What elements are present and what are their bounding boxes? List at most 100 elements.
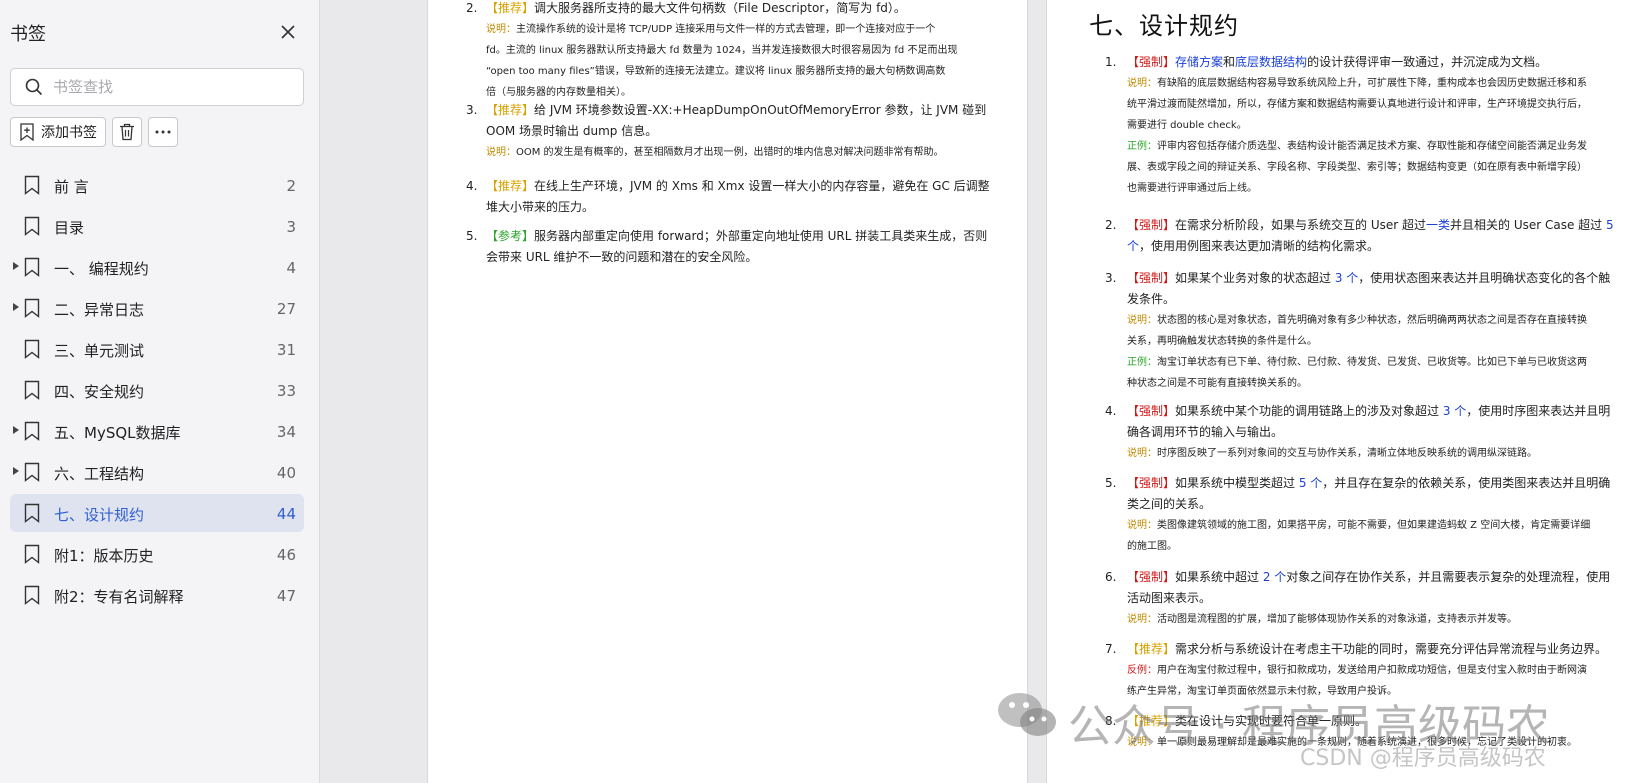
bookmark-search-input[interactable] xyxy=(53,78,273,96)
expand-caret-icon[interactable] xyxy=(13,467,19,475)
add-bookmark-label: 添加书签 xyxy=(41,125,97,141)
item-text: 确各调用环节的输入与输出。 xyxy=(1127,425,1284,439)
bookmark-toolbar: 添加书签 xyxy=(10,117,178,147)
bookmark-item[interactable]: 三、单元测试 31 xyxy=(10,330,304,368)
bad-example-label: 反例： xyxy=(1127,665,1157,676)
item-text: 如果系统中某个功能的调用链路上的涉及对象超过 xyxy=(1175,404,1443,418)
bookmark-search-box[interactable] xyxy=(10,68,304,106)
highlight-text: 5 xyxy=(1606,218,1614,232)
bookmark-icon xyxy=(24,503,40,527)
item-number: 6. xyxy=(1105,570,1117,584)
note-label: 说明： xyxy=(1127,614,1157,625)
item-text: OOM 场景时输出 dump 信息。 xyxy=(486,124,658,138)
wechat-logo-icon xyxy=(998,693,1056,736)
expand-caret-icon[interactable] xyxy=(13,303,19,311)
mandatory-tag: 【强制】 xyxy=(1127,476,1176,490)
close-icon[interactable] xyxy=(278,22,298,42)
add-bookmark-button[interactable]: 添加书签 xyxy=(10,117,106,147)
bookmark-page-number: 44 xyxy=(276,505,296,523)
bookmark-label: 二、异常日志 xyxy=(54,301,145,319)
bookmark-label: 五、MySQL数据库 xyxy=(54,424,181,442)
note-text: 状态图的核心是对象状态，首先明确对象有多少种状态，然后明确两两状态之间是否存在直… xyxy=(1157,315,1587,326)
note-text: 时序图反映了一系列对象间的交互与协作关系，清晰立体地反映系统的调用纵深链路。 xyxy=(1157,448,1537,459)
note-text: 用户在淘宝付款过程中，银行扣款成功，发送给用户扣款成功短信，但是支付宝入款时由于… xyxy=(1157,665,1587,676)
note-text: fd。主流的 linux 服务器默认所支持最大 fd 数量为 1024，当并发连… xyxy=(486,45,958,56)
list-item: 4. 【强制】如果系统中某个功能的调用链路上的涉及对象超过 3 个，使用时序图来… xyxy=(1105,401,1627,464)
bookmark-page-number: 31 xyxy=(276,341,296,359)
note-text: 淘宝订单状态有已下单、待付款、已付款、待发货、已发货、已收货等。比如已下单与已收… xyxy=(1157,357,1587,368)
bookmark-icon xyxy=(24,544,40,568)
note-label: 说明： xyxy=(1127,315,1157,326)
bookmark-page-number: 47 xyxy=(276,587,296,605)
recommend-tag: 【推荐】 xyxy=(486,1,535,15)
bookmark-label: 附1：版本历史 xyxy=(54,547,154,565)
item-text: 堆大小带来的压力。 xyxy=(486,200,595,214)
note-label: 说明： xyxy=(1127,448,1157,459)
item-text: 调大服务器所支持的最大文件句柄数（File Descriptor，简写为 fd）… xyxy=(534,1,906,15)
item-text: 在线上生产环境，JVM 的 Xms 和 Xmx 设置一样大小的内存容量，避免在 … xyxy=(534,179,990,193)
storage-scheme-link[interactable]: 存储方案 xyxy=(1175,55,1223,69)
bookmark-item[interactable]: 附2：专有名词解释 47 xyxy=(10,576,304,614)
bookmark-icon xyxy=(24,339,40,363)
highlight-text: 一类 xyxy=(1426,218,1451,232)
note-text: 统平滑过渡而陡然增加，所以，存储方案和数据结构需要认真地进行设计和评审，生产环境… xyxy=(1127,99,1587,110)
bookmark-page-number: 4 xyxy=(286,259,296,277)
sidebar-title: 书签 xyxy=(10,24,46,45)
bookmark-page-number: 40 xyxy=(276,464,296,482)
bookmark-page-number: 27 xyxy=(276,300,296,318)
bookmark-item[interactable]: 四、安全规约 33 xyxy=(10,371,304,409)
list-item: 6. 【强制】如果系统中超过 2 个对象之间存在协作关系，并且需要表示复杂的处理… xyxy=(1105,567,1627,630)
bookmark-icon xyxy=(24,257,40,281)
note-text: 需要进行 double check。 xyxy=(1127,120,1247,131)
reference-tag: 【参考】 xyxy=(486,229,535,243)
item-number: 1. xyxy=(1105,55,1117,69)
bookmark-item[interactable]: 前 言 2 xyxy=(10,166,304,204)
list-item: 3. 【推荐】给 JVM 环境参数设置-XX:+HeapDumpOnOutOfM… xyxy=(466,100,1006,163)
item-text: ，使用时序图来表达并且明 xyxy=(1466,404,1611,418)
item-text: 服务器内部重定向使用 forward；外部重定向地址使用 URL 拼装工具类来生… xyxy=(534,229,988,243)
mandatory-tag: 【强制】 xyxy=(1127,570,1176,584)
note-text: 主流操作系统的设计是将 TCP/UDP 连接采用与文件一样的方式去管理，即一个连… xyxy=(516,24,936,35)
recommend-tag: 【推荐】 xyxy=(486,179,535,193)
expand-caret-icon[interactable] xyxy=(13,426,19,434)
note-text: 展、表或字段之间的辩证关系、字段名称、字段类型、索引等；数据结构变更（如在原有表… xyxy=(1127,162,1587,173)
bookmark-icon xyxy=(24,216,40,240)
bookmark-icon xyxy=(24,175,40,199)
bookmark-label: 前 言 xyxy=(54,178,89,196)
list-item: 4. 【推荐】在线上生产环境，JVM 的 Xms 和 Xmx 设置一样大小的内存… xyxy=(466,176,1006,218)
list-item: 2. 【推荐】调大服务器所支持的最大文件句柄数（File Descriptor，… xyxy=(466,0,1006,103)
note-label: 说明： xyxy=(1127,78,1157,89)
bookmark-item[interactable]: 七、设计规约 44 xyxy=(10,494,304,532)
item-text: 对象之间存在协作关系，并且需要表示复杂的处理流程，使用 xyxy=(1286,570,1611,584)
more-options-button[interactable] xyxy=(148,117,178,147)
bookmark-item[interactable]: 一、 编程规约 4 xyxy=(10,248,304,286)
bookmark-icon xyxy=(24,585,40,609)
item-text: 如果系统中超过 xyxy=(1175,570,1263,584)
bookmark-page-number: 34 xyxy=(276,423,296,441)
expand-caret-icon[interactable] xyxy=(13,262,19,270)
bookmark-item[interactable]: 五、MySQL数据库 34 xyxy=(10,412,304,450)
bookmark-item[interactable]: 目录 3 xyxy=(10,207,304,245)
list-item: 3. 【强制】如果某个业务对象的状态超过 3 个，使用状态图来表达并且明确状态变… xyxy=(1105,268,1627,394)
bookmark-page-number: 33 xyxy=(276,382,296,400)
bookmark-label: 六、工程结构 xyxy=(54,465,145,483)
note-text: 种状态之间是不可能有直接转换关系的。 xyxy=(1127,378,1307,389)
item-text: 给 JVM 环境参数设置-XX:+HeapDumpOnOutOfMemoryEr… xyxy=(534,103,987,117)
item-number: 4. xyxy=(1105,404,1117,418)
trash-icon xyxy=(120,123,134,141)
note-text: “open too many files”错误，导致新的连接无法建立。建议将 l… xyxy=(486,66,946,77)
highlight-text: 3 个 xyxy=(1442,404,1467,418)
add-bookmark-icon xyxy=(20,123,34,141)
item-number: 5. xyxy=(466,229,478,243)
bookmark-item[interactable]: 二、异常日志 27 xyxy=(10,289,304,327)
bookmark-item[interactable]: 附1：版本历史 46 xyxy=(10,535,304,573)
bookmark-icon xyxy=(24,462,40,486)
note-text: 也需要进行评审通过后上线。 xyxy=(1127,183,1257,194)
delete-bookmark-button[interactable] xyxy=(112,117,142,147)
bookmark-item[interactable]: 六、工程结构 40 xyxy=(10,453,304,491)
list-item: 5. 【强制】如果系统中模型类超过 5 个，并且存在复杂的依赖关系，使用类图来表… xyxy=(1105,473,1627,557)
data-structure-link[interactable]: 底层数据结构 xyxy=(1235,55,1307,69)
note-label: 说明： xyxy=(1127,520,1157,531)
highlight-text: 3 个 xyxy=(1334,271,1359,285)
note-text: 关系，再明确触发状态转换的条件是什么。 xyxy=(1127,336,1317,347)
